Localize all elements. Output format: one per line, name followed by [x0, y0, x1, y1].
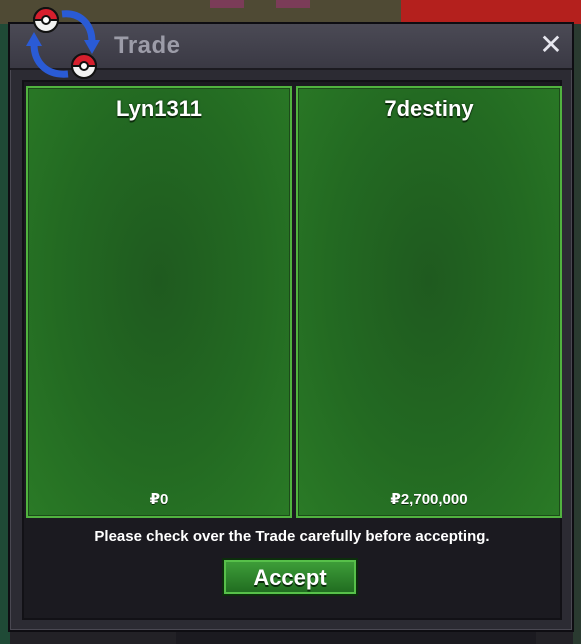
world-edge-right	[573, 24, 581, 644]
world-roof	[401, 0, 581, 24]
money-value-right: 2,700,000	[400, 491, 468, 508]
money-offer-left: ₽0	[28, 490, 290, 508]
money-prefix-left: ₽	[149, 491, 161, 508]
trader-name-right: 7destiny	[384, 96, 474, 121]
trade-notice: Please check over the Trade carefully be…	[94, 528, 490, 545]
chat-strip	[176, 632, 536, 644]
money-value-left: 0	[160, 491, 169, 508]
trade-panel-left[interactable]: Lyn1311 ₽0	[26, 86, 292, 518]
accept-button[interactable]: Accept	[222, 558, 358, 596]
world-tile	[210, 0, 244, 8]
game-screen: Trade ✕ Lyn1311 ₽0 7destiny ₽2,700,000 P…	[0, 0, 581, 644]
money-offer-right: ₽2,700,000	[298, 490, 560, 508]
close-icon[interactable]: ✕	[536, 30, 566, 60]
trade-window: Trade ✕ Lyn1311 ₽0 7destiny ₽2,700,000 P…	[8, 7, 574, 632]
trade-content: Lyn1311 ₽0 7destiny ₽2,700,000 Please ch…	[22, 80, 562, 620]
trader-name-left: Lyn1311	[115, 96, 203, 121]
world-tile	[276, 0, 310, 8]
money-prefix-right: ₽	[390, 491, 401, 508]
window-title: Trade	[114, 32, 181, 59]
trade-panel-right[interactable]: 7destiny ₽2,700,000	[296, 86, 562, 518]
trade-swap-icon	[26, 7, 100, 79]
